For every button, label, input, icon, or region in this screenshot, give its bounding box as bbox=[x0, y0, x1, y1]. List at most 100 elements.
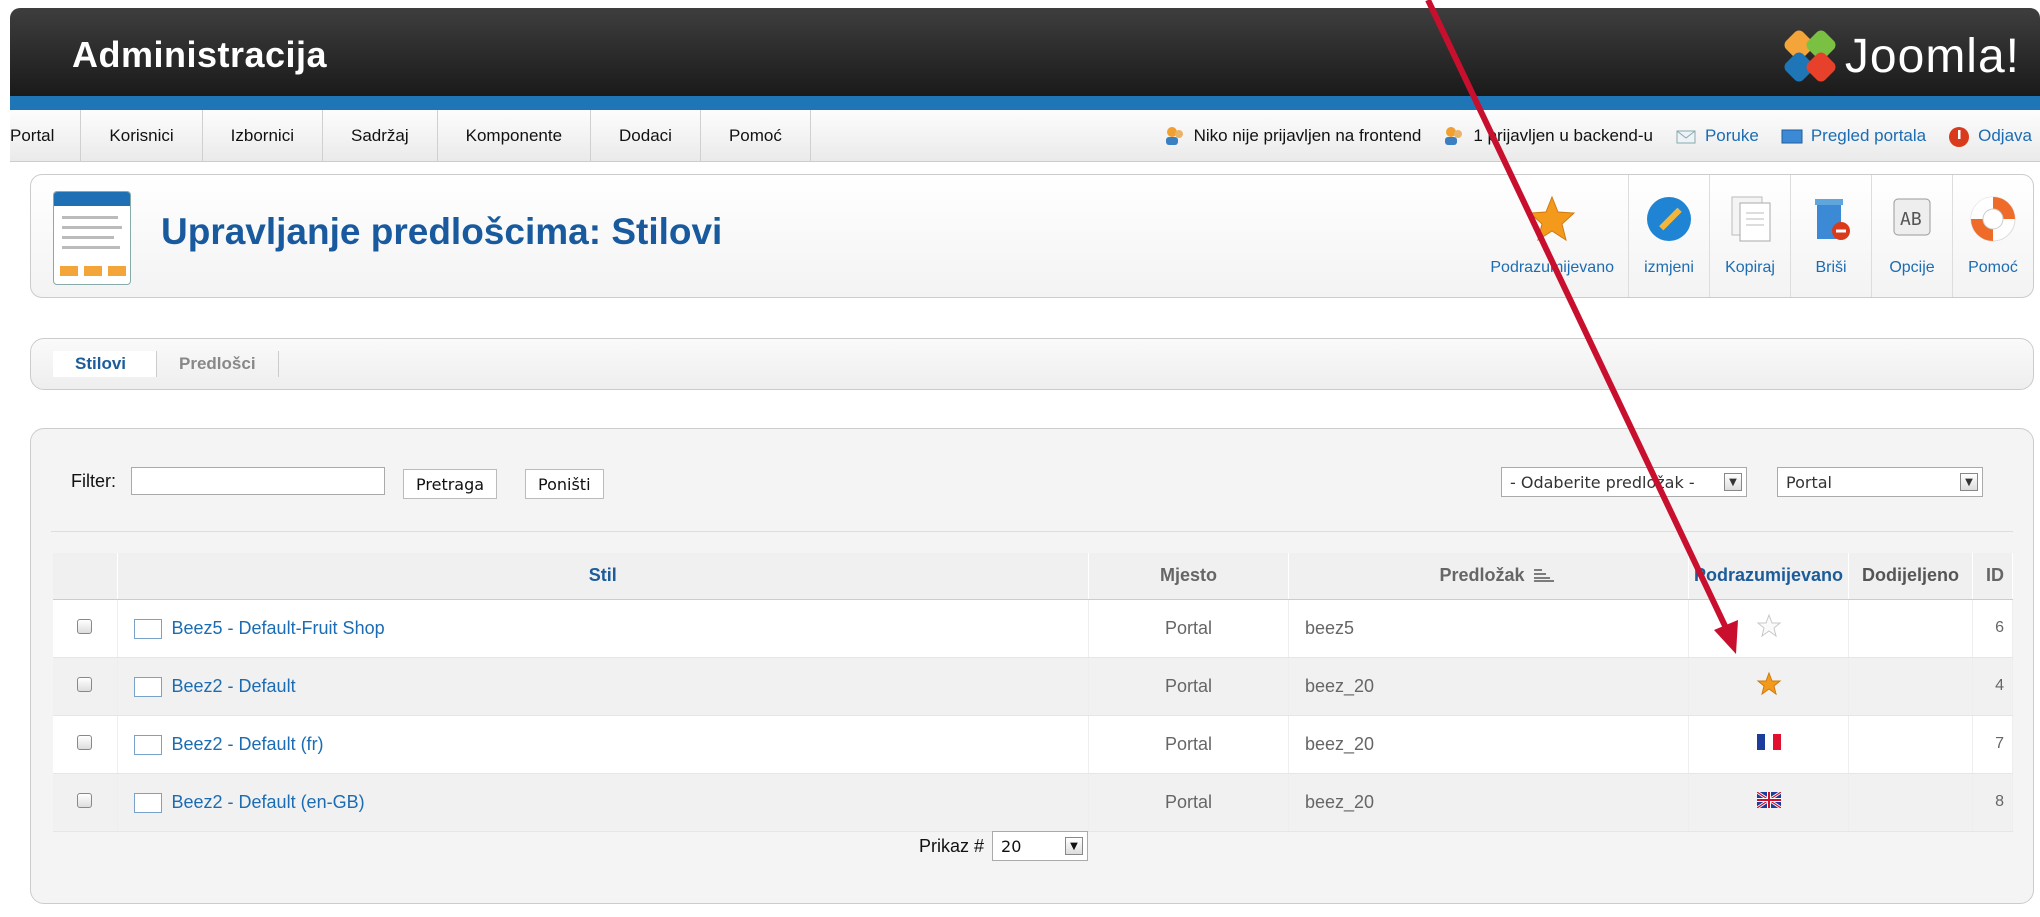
users-icon bbox=[1443, 126, 1465, 146]
trash-icon bbox=[1805, 193, 1857, 245]
backend-users-status: 1 prijavljen u backend-u bbox=[1443, 126, 1653, 146]
template-cell: beez_20 bbox=[1288, 773, 1689, 832]
delete-button[interactable]: Briši bbox=[1790, 175, 1871, 297]
row-checkbox[interactable] bbox=[77, 734, 93, 750]
assigned-cell bbox=[1848, 657, 1973, 716]
style-link[interactable]: Beez2 - Default (fr) bbox=[133, 733, 1089, 755]
filter-input[interactable] bbox=[131, 467, 385, 495]
template-cell: beez_20 bbox=[1288, 715, 1689, 774]
page-title: Upravljanje predlošcima: Stilovi bbox=[161, 211, 723, 252]
template-filter-select[interactable]: - Odaberite predložak - ▼ bbox=[1501, 467, 1747, 497]
edit-button[interactable]: izmjeni bbox=[1628, 175, 1709, 297]
frontend-status-text: Niko nije prijavljen na frontend bbox=[1193, 125, 1422, 145]
style-name: Beez2 - Default (fr) bbox=[171, 733, 324, 754]
styles-table: Stil Mjesto Predložak Podrazumijevano Do… bbox=[53, 553, 2013, 832]
location-cell: Portal bbox=[1088, 715, 1289, 774]
header-style[interactable]: Stil bbox=[117, 553, 1089, 600]
id-cell: 8 bbox=[1972, 773, 2013, 832]
template-manager-icon bbox=[53, 191, 131, 285]
header-template-label: Predložak bbox=[1439, 564, 1525, 585]
menu-content[interactable]: Sadržaj bbox=[323, 109, 438, 162]
menu-extensions[interactable]: Dodaci bbox=[591, 109, 701, 162]
admin-header: Administracija Joomla! bbox=[10, 8, 2040, 108]
row-checkbox[interactable] bbox=[77, 676, 93, 692]
flag-gb-icon bbox=[1755, 790, 1782, 813]
chevron-down-icon: ▼ bbox=[1960, 473, 1978, 491]
header-checkbox-column bbox=[53, 553, 118, 600]
brand-name: Joomla! bbox=[1844, 29, 2020, 83]
table-row: Beez2 - Default (en-GB) Portal beez_20 8 bbox=[53, 773, 2013, 832]
style-name: Beez5 - Default-Fruit Shop bbox=[171, 617, 385, 638]
star-icon bbox=[1526, 193, 1578, 245]
make-default-label: Podrazumijevano bbox=[1490, 259, 1614, 276]
joomla-logo-icon bbox=[1781, 28, 1838, 84]
style-link[interactable]: Beez5 - Default-Fruit Shop bbox=[133, 617, 1089, 639]
options-button[interactable]: AB Opcije bbox=[1871, 175, 1952, 297]
menu-portal[interactable]: Portal bbox=[10, 109, 82, 162]
style-link[interactable]: Beez2 - Default bbox=[133, 675, 1089, 697]
lifebuoy-icon bbox=[1967, 193, 2019, 245]
template-filter-value: - Odaberite predložak - bbox=[1510, 472, 1695, 492]
template-cell: beez_20 bbox=[1288, 657, 1689, 716]
preview-icon bbox=[133, 792, 162, 813]
menu-help[interactable]: Pomoć bbox=[701, 109, 811, 162]
tab-styles[interactable]: Stilovi bbox=[53, 351, 158, 377]
pager-label: Prikaz # bbox=[919, 835, 985, 856]
header-title: Administracija bbox=[72, 34, 328, 75]
status-area: Niko nije prijavljen na frontend 1 prija… bbox=[1164, 125, 2040, 147]
help-label: Pomoć bbox=[1968, 259, 2018, 276]
copy-document-icon bbox=[1724, 193, 1776, 245]
mail-icon bbox=[1675, 126, 1697, 146]
header-template[interactable]: Predložak bbox=[1288, 553, 1689, 600]
header-default[interactable]: Podrazumijevano bbox=[1688, 553, 1849, 600]
template-cell: beez5 bbox=[1288, 599, 1689, 658]
preview-site-link[interactable]: Pregled portala bbox=[1781, 126, 1926, 146]
options-icon: AB bbox=[1886, 193, 1938, 245]
copy-button[interactable]: Kopiraj bbox=[1709, 175, 1790, 297]
id-cell: 7 bbox=[1972, 715, 2013, 774]
table-row: Beez2 - Default Portal beez_20 4 bbox=[53, 657, 2013, 716]
style-name: Beez2 - Default bbox=[171, 675, 296, 696]
reset-button[interactable]: Poništi bbox=[525, 469, 604, 499]
sort-desc-icon bbox=[1533, 566, 1554, 587]
make-default-button[interactable]: Podrazumijevano bbox=[1476, 175, 1628, 297]
delete-label: Briši bbox=[1815, 259, 1847, 276]
filter-label: Filter: bbox=[71, 471, 116, 491]
messages-label: Poruke bbox=[1704, 125, 1759, 145]
row-checkbox[interactable] bbox=[77, 618, 93, 634]
menu-menus[interactable]: Izbornici bbox=[203, 109, 323, 162]
toolbar-buttons: Podrazumijevano izmjeni Kopiraj Briši AB… bbox=[1476, 175, 2033, 297]
star-filled-icon bbox=[1756, 671, 1782, 702]
location-cell: Portal bbox=[1088, 657, 1289, 716]
header-location[interactable]: Mjesto bbox=[1088, 553, 1289, 600]
preview-label: Pregled portala bbox=[1810, 125, 1927, 145]
menu-components[interactable]: Komponente bbox=[438, 109, 592, 162]
table-row: Beez2 - Default (fr) Portal beez_20 7 bbox=[53, 715, 2013, 774]
header-id[interactable]: ID bbox=[1972, 553, 2013, 600]
assigned-cell bbox=[1848, 773, 1973, 832]
location-filter-select[interactable]: Portal ▼ bbox=[1777, 467, 1983, 497]
star-empty-icon[interactable] bbox=[1756, 613, 1782, 644]
pagination-limit: Prikaz # 20 ▼ bbox=[919, 831, 1089, 861]
tab-templates[interactable]: Predlošci bbox=[157, 351, 279, 377]
submenu-tabs: Stilovi Predlošci bbox=[30, 338, 2034, 390]
table-header-row: Stil Mjesto Predložak Podrazumijevano Do… bbox=[53, 553, 2013, 600]
help-button[interactable]: Pomoć bbox=[1952, 175, 2033, 297]
location-cell: Portal bbox=[1088, 773, 1289, 832]
joomla-brand: Joomla! bbox=[1781, 26, 2020, 86]
style-link[interactable]: Beez2 - Default (en-GB) bbox=[133, 792, 1089, 813]
preview-icon bbox=[133, 618, 162, 639]
styles-list-panel: Filter: Pretraga Poništi - Odaberite pre… bbox=[30, 428, 2034, 904]
main-menubar: Portal Korisnici Izbornici Sadržaj Kompo… bbox=[10, 109, 2040, 162]
frontend-users-status: Niko nije prijavljen na frontend bbox=[1164, 125, 1422, 146]
preview-icon bbox=[133, 734, 162, 755]
messages-link[interactable]: Poruke bbox=[1675, 126, 1759, 146]
backend-status-text: 1 prijavljen u backend-u bbox=[1473, 125, 1653, 145]
pager-limit-select[interactable]: 20 ▼ bbox=[992, 831, 1089, 861]
edit-pencil-icon bbox=[1643, 193, 1695, 245]
row-checkbox[interactable] bbox=[77, 792, 93, 808]
search-button[interactable]: Pretraga bbox=[403, 469, 498, 499]
logout-link[interactable]: Odjava bbox=[1948, 126, 2032, 147]
id-cell: 6 bbox=[1972, 599, 2013, 658]
menu-users[interactable]: Korisnici bbox=[81, 109, 203, 162]
